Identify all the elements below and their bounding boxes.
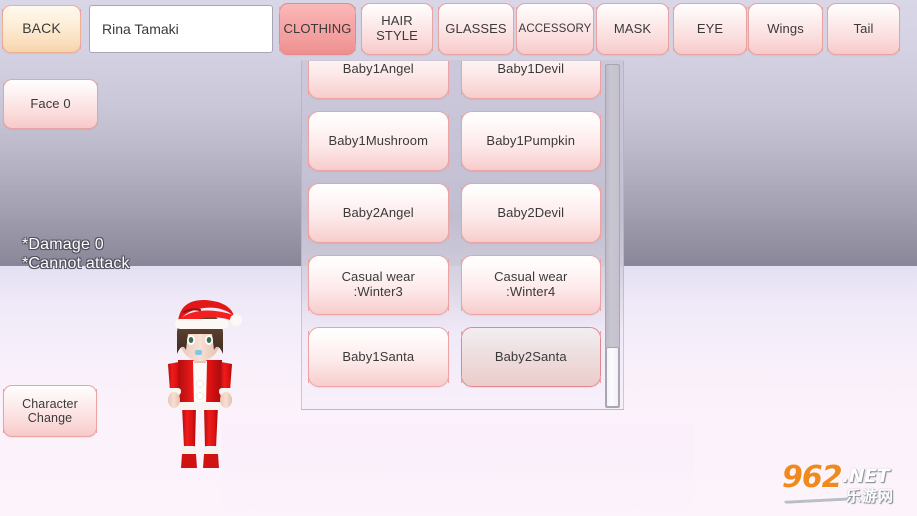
character-change-button[interactable]: Character Change bbox=[3, 385, 97, 437]
status-damage-text: *Damage 0 bbox=[22, 236, 104, 253]
item-button-baby1devil[interactable]: Baby1Devil bbox=[460, 61, 601, 99]
tab-clothing[interactable]: CLOTHING bbox=[279, 3, 356, 55]
item-button-baby2angel[interactable]: Baby2Angel bbox=[308, 183, 449, 243]
site-watermark: 962 .NET 乐游网 bbox=[782, 458, 908, 508]
top-toolbar: BACK Rina Tamaki CLOTHING HAIR STYLE GLAS… bbox=[0, 0, 917, 58]
tab-accessory[interactable]: ACCESSORY bbox=[516, 3, 594, 55]
tab-hair-style[interactable]: HAIR STYLE bbox=[361, 3, 433, 55]
watermark-brand: 962 bbox=[782, 460, 843, 495]
character-name-input[interactable]: Rina Tamaki bbox=[89, 5, 273, 53]
clothing-item-panel: Baby1Angel Baby1Devil Baby1Mushroom Baby… bbox=[301, 60, 624, 410]
game-screen: BACK Rina Tamaki CLOTHING HAIR STYLE GLAS… bbox=[0, 0, 917, 516]
face-button[interactable]: Face 0 bbox=[3, 79, 98, 129]
item-button-baby1santa[interactable]: Baby1Santa bbox=[308, 327, 449, 387]
item-list-scrollbar[interactable] bbox=[605, 64, 620, 408]
clothing-item-grid: Baby1Angel Baby1Devil Baby1Mushroom Baby… bbox=[302, 61, 607, 393]
watermark-subtitle: 乐游网 bbox=[846, 487, 895, 505]
tab-glasses[interactable]: GLASSES bbox=[438, 3, 514, 55]
character-avatar bbox=[167, 299, 242, 468]
scene-floor-patch bbox=[222, 424, 694, 516]
back-button[interactable]: BACK bbox=[2, 5, 81, 53]
watermark-tld: .NET bbox=[842, 465, 890, 487]
tab-eye[interactable]: EYE bbox=[673, 3, 747, 55]
item-button-baby1pumpkin[interactable]: Baby1Pumpkin bbox=[460, 111, 601, 171]
tab-wings[interactable]: Wings bbox=[748, 3, 823, 55]
item-button-casual-wear-winter4[interactable]: Casual wear:Winter4 bbox=[460, 255, 601, 315]
tab-tail[interactable]: Tail bbox=[827, 3, 900, 55]
item-button-baby1angel[interactable]: Baby1Angel bbox=[308, 61, 449, 99]
item-button-casual-wear-winter3[interactable]: Casual wear:Winter3 bbox=[308, 255, 449, 315]
item-button-baby1mushroom[interactable]: Baby1Mushroom bbox=[308, 111, 449, 171]
tab-mask[interactable]: MASK bbox=[596, 3, 669, 55]
item-button-baby2santa[interactable]: Baby2Santa bbox=[460, 327, 601, 387]
item-list-scrollbar-thumb[interactable] bbox=[606, 347, 619, 407]
item-button-baby2devil[interactable]: Baby2Devil bbox=[460, 183, 601, 243]
status-attack-text: *Cannot attack bbox=[22, 255, 130, 272]
